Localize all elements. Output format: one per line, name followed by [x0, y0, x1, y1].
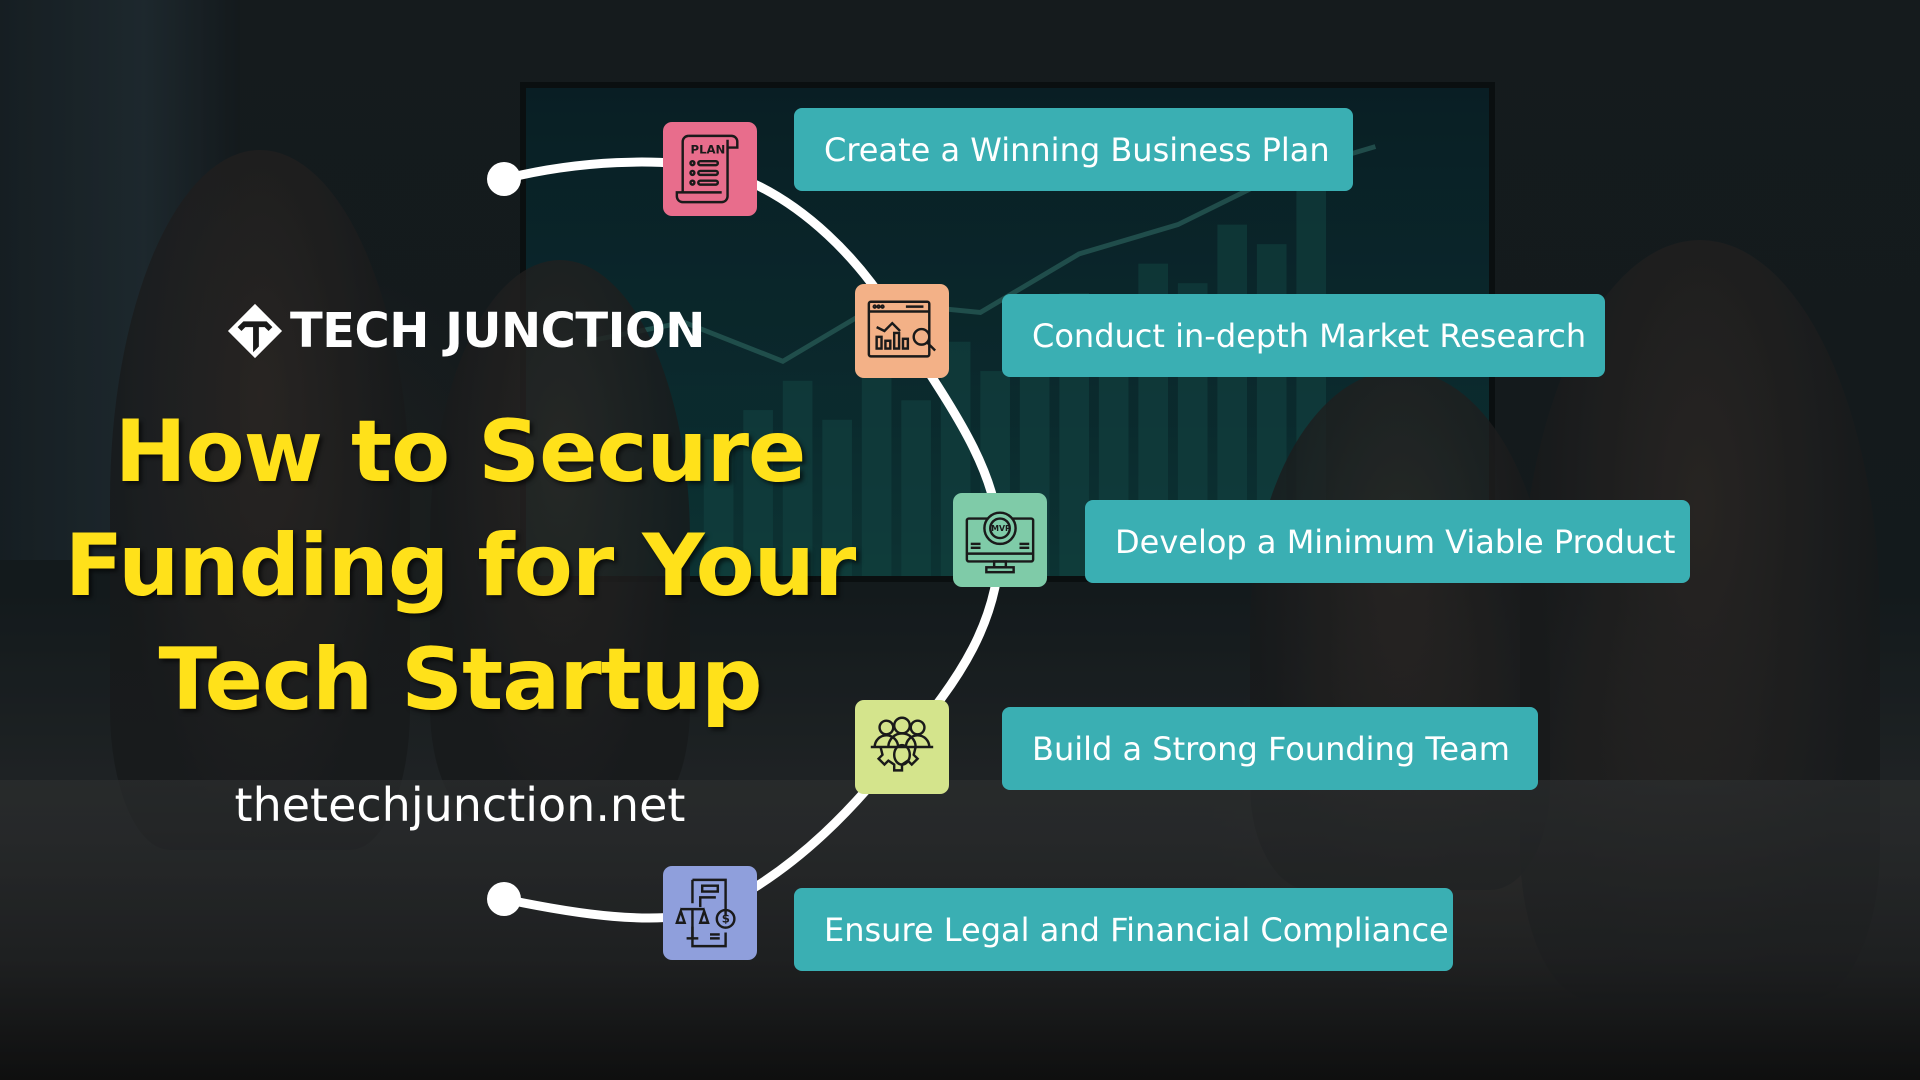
step-5-box: Ensure Legal and Financial Compliance	[794, 888, 1453, 971]
step-2-label: Conduct in-depth Market Research	[1032, 316, 1587, 355]
brand-logo: TECH JUNCTION	[226, 300, 705, 362]
founding-team-gear-icon	[870, 716, 934, 772]
brand-name: TECH JUNCTION	[290, 303, 705, 359]
step-4-box: Build a Strong Founding Team	[1002, 707, 1538, 790]
business-plan-scroll-icon: PLAN	[675, 134, 739, 204]
step-4-icon-tile	[855, 700, 949, 794]
step-3-icon-tile: MVP	[953, 493, 1047, 587]
step-5-icon-tile: $	[663, 866, 757, 960]
website-url: thetechjunction.net	[234, 778, 686, 832]
connector-end-dot	[487, 882, 521, 916]
svg-text:PLAN: PLAN	[691, 142, 726, 156]
connector-start-dot	[487, 162, 521, 196]
page-title: How to Secure Funding for Your Tech Star…	[60, 395, 860, 737]
title-line: How to Secure	[114, 402, 807, 502]
step-5-label: Ensure Legal and Financial Compliance	[824, 910, 1449, 949]
step-2-box: Conduct in-depth Market Research	[1002, 294, 1605, 377]
step-3-box: Develop a Minimum Viable Product	[1085, 500, 1690, 583]
title-line: Tech Startup	[158, 630, 762, 730]
title-line: Funding for Your	[64, 516, 857, 616]
mvp-gear-monitor-icon: MVP	[965, 511, 1035, 574]
step-1-icon-tile: PLAN	[663, 122, 757, 216]
step-2-icon-tile	[855, 284, 949, 378]
svg-text:$: $	[722, 912, 730, 926]
legal-financial-scale-icon: $	[675, 878, 736, 948]
step-4-label: Build a Strong Founding Team	[1032, 729, 1510, 768]
market-research-analytics-icon	[867, 300, 937, 358]
svg-text:MVP: MVP	[991, 524, 1011, 533]
tech-junction-logo-icon	[227, 303, 283, 359]
step-1-label: Create a Winning Business Plan	[824, 130, 1330, 169]
step-1-box: Create a Winning Business Plan	[794, 108, 1353, 191]
step-3-label: Develop a Minimum Viable Product	[1115, 522, 1676, 561]
